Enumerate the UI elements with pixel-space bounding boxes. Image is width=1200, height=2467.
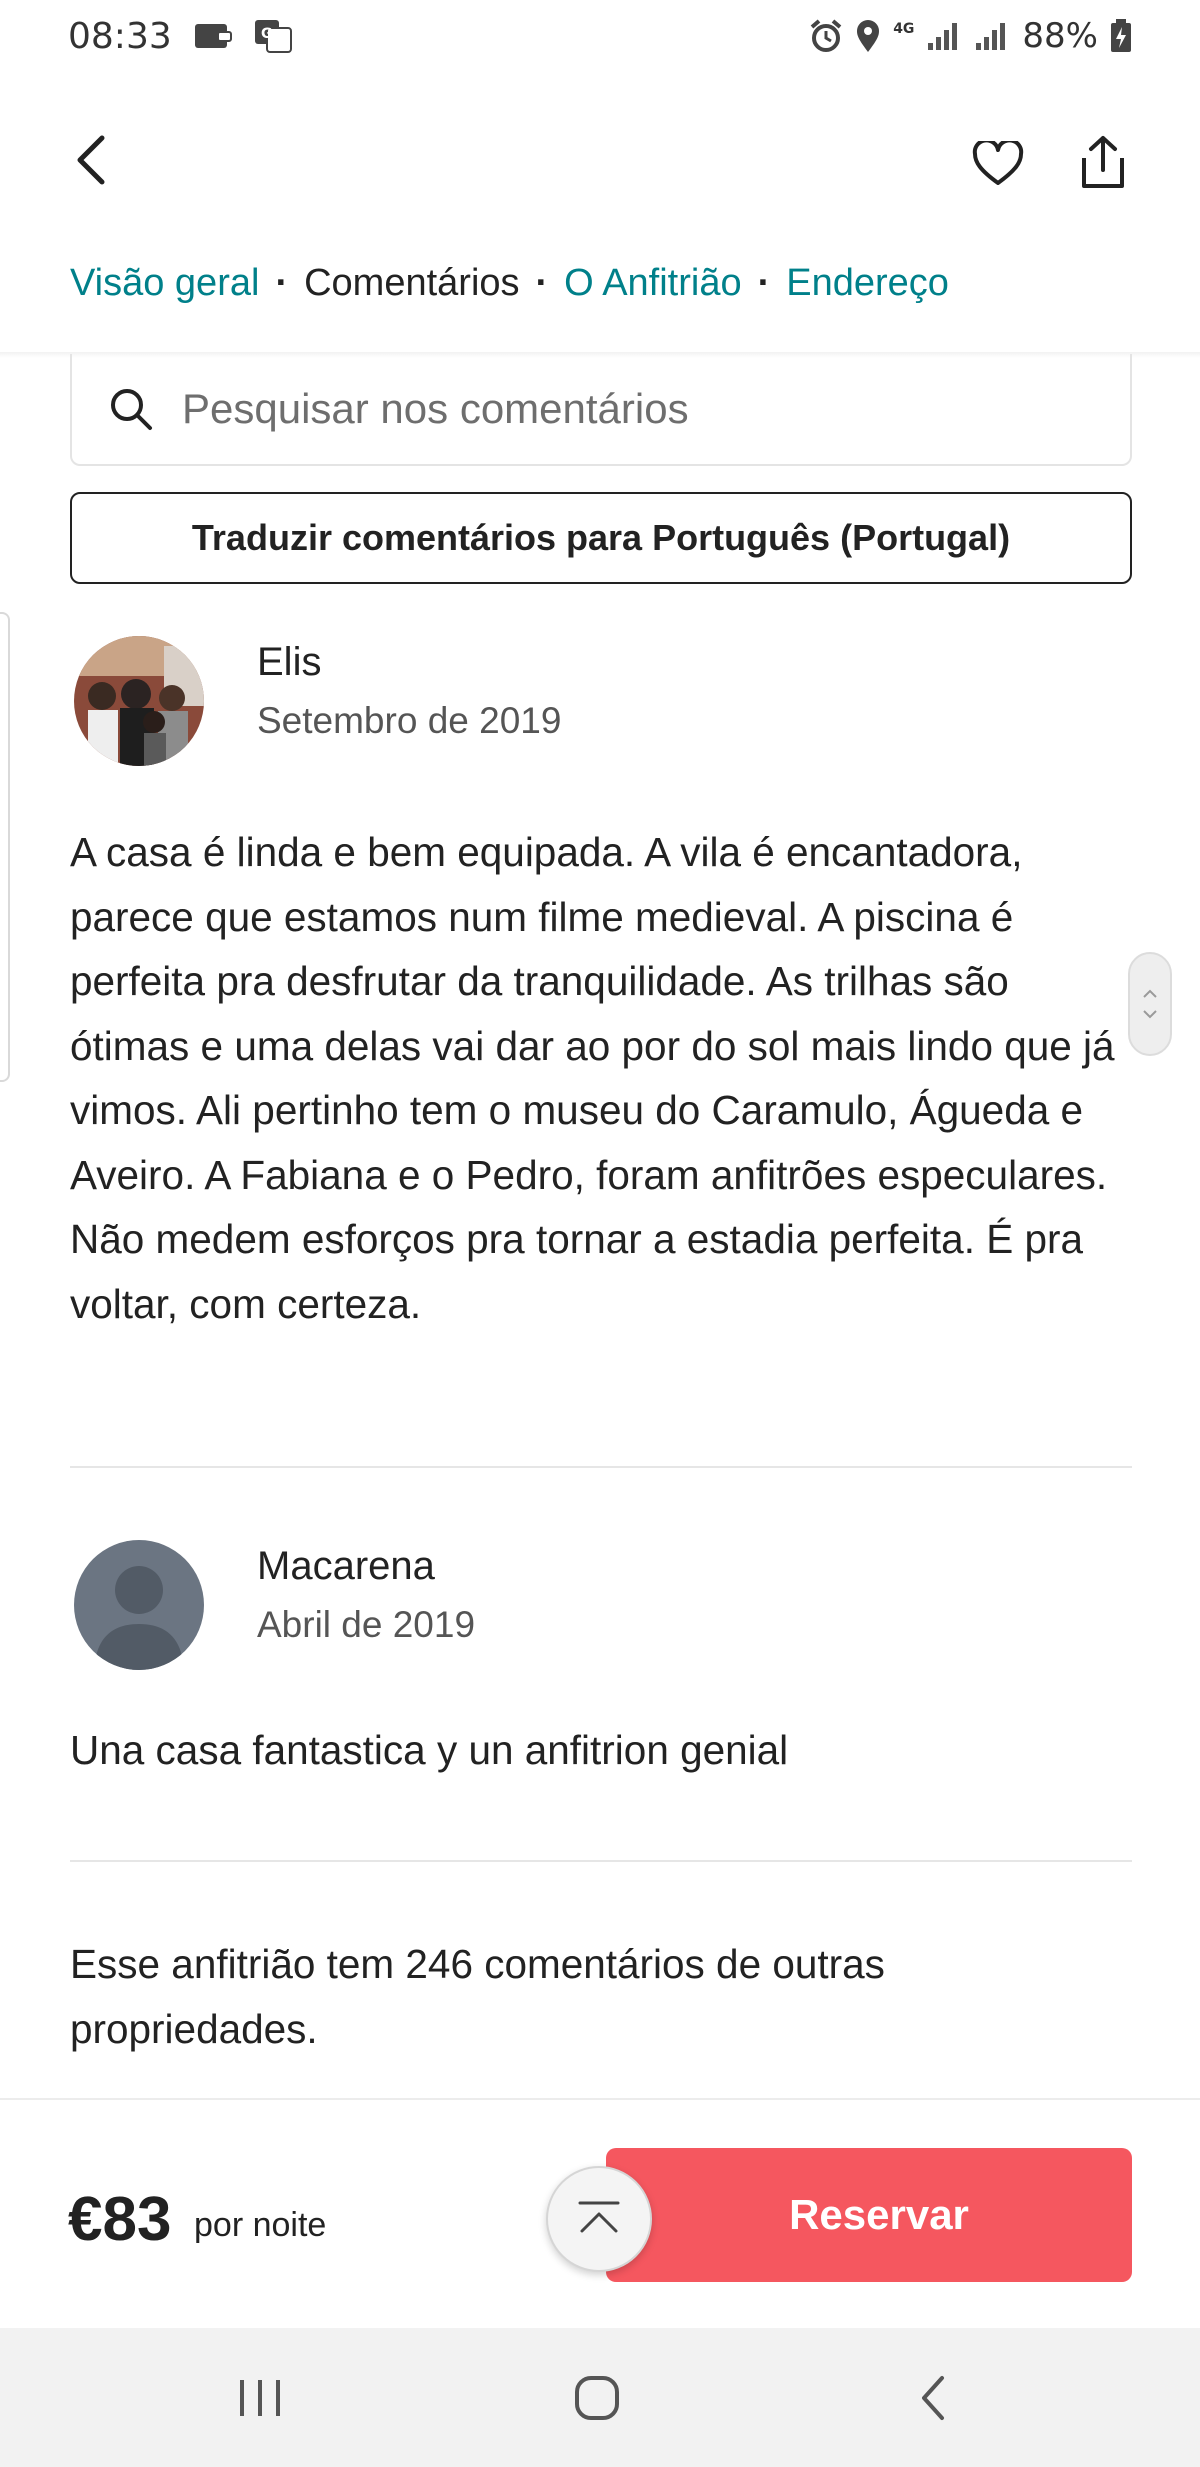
tab-comentarios[interactable]: Comentários [304,262,519,305]
status-time: 08:33 [68,15,172,57]
review-date: Abril de 2019 [257,1604,476,1645]
reviewer-name: Elis [257,640,322,684]
scroll-handle[interactable] [1128,952,1172,1056]
android-navigation-bar [0,2328,1200,2467]
share-icon [1082,136,1124,188]
review-date: Setembro de 2019 [257,700,562,741]
divider [70,1466,1132,1468]
battery-percent: 88% [1022,16,1098,56]
alarm-icon [809,19,843,53]
divider [70,1860,1132,1862]
battery-charging-icon [1110,19,1132,53]
tab-o-anfitriao[interactable]: O Anfitrião [564,262,741,305]
network-type-icon: 4G [893,21,915,37]
side-panel-edge[interactable] [0,612,10,1082]
location-icon [855,19,881,53]
recents-button[interactable] [220,2358,300,2438]
recents-icon [240,2380,280,2416]
status-bar: 08:33 G 4G 88% [0,0,1200,72]
booking-bar: €83 por noite Reservar [0,2098,1200,2328]
heart-icon [972,141,1024,185]
search-icon [108,384,158,434]
avatar[interactable] [74,1540,204,1670]
reserve-button[interactable]: Reservar [606,2148,1132,2282]
chevron-down-icon [1143,1010,1157,1019]
price-unit: por noite [194,2206,327,2244]
signal-icon [926,21,962,51]
nav-separator: · [275,261,289,304]
reviewer-name: Macarena [257,1544,435,1588]
scroll-top-icon [578,2201,620,2233]
signal-icon-2 [974,21,1010,51]
back-icon [922,2376,944,2420]
tab-endereco[interactable]: Endereço [786,262,949,305]
review-text: Una casa fantastica y un anfitrion genia… [70,1727,789,1773]
home-button[interactable] [557,2358,637,2438]
share-button[interactable] [1072,130,1134,194]
avatar[interactable] [74,636,204,766]
status-right: 4G 88% [809,16,1132,56]
back-button[interactable] [62,130,122,190]
other-reviews-note: Esse anfitrião tem 246 comentários de ou… [70,1941,885,2052]
wallet-icon [194,21,232,51]
search-input[interactable] [182,385,1082,433]
save-to-wishlist-button[interactable] [966,134,1030,194]
review-text: A casa é linda e bem equipada. A vila é … [70,829,1115,1327]
translate-reviews-button[interactable]: Traduzir comentários para Português (Por… [70,492,1132,584]
translate-app-icon: G [254,19,292,53]
section-nav: Visão geral · Comentários · O Anfitrião … [70,258,949,308]
back-arrow-icon [77,135,105,185]
tab-visao-geral[interactable]: Visão geral [70,262,259,305]
status-left: 08:33 G [68,16,292,57]
home-icon [575,2376,619,2420]
system-back-button[interactable] [893,2358,973,2438]
nav-separator: · [757,261,771,304]
chevron-up-icon [1143,989,1157,998]
price: €83 [68,2185,172,2254]
svg-text:G: G [261,26,273,42]
search-box[interactable] [70,354,1132,466]
nav-separator: · [535,261,549,304]
scroll-to-top-button[interactable] [546,2166,652,2272]
